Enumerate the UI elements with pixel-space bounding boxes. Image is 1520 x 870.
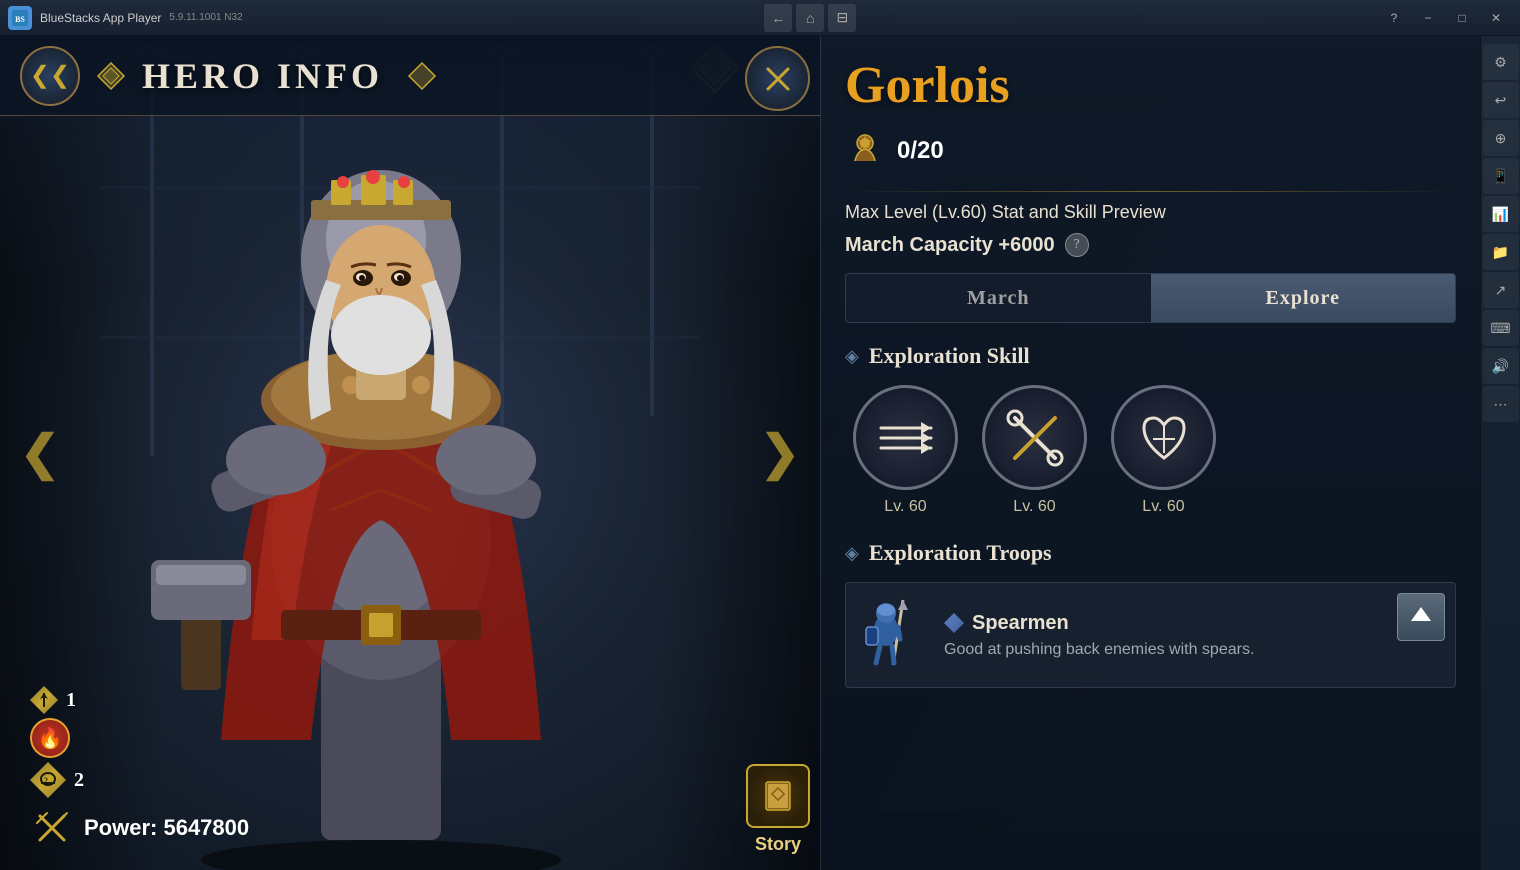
spear-diamond (30, 686, 58, 714)
hero-badges: 1 🔥 2 2 (30, 686, 249, 850)
section-diamond-icon: ◈ (845, 346, 859, 367)
titlebar: BS BlueStacks App Player 5.9.11.1001 N32… (0, 0, 1520, 36)
badge-1-num: 1 (66, 689, 76, 712)
sidebar-btn-9[interactable]: 🔊 (1483, 348, 1519, 384)
header-decoration-left (96, 61, 126, 91)
nav-home-button[interactable]: ⌂ (796, 4, 824, 32)
march-tab[interactable]: March (846, 274, 1151, 322)
flame-circle: 🔥 (30, 718, 70, 758)
close-icon (762, 63, 794, 95)
sidebar-btn-1[interactable]: ⚙ (1483, 44, 1519, 80)
page-header: ❮❮ HERO INFO (0, 36, 820, 116)
next-hero-button[interactable]: ❯ (755, 413, 805, 493)
march-capacity-text: March Capacity +6000 (845, 234, 1055, 257)
badge-flame: 🔥 (30, 718, 249, 758)
upgrade-arrow-icon (1407, 603, 1435, 631)
minimize-button[interactable]: − (1412, 4, 1444, 32)
exploration-troops-section: ◈ Exploration Troops (845, 540, 1456, 688)
svg-text:BS: BS (15, 15, 25, 24)
max-level-preview-text: Max Level (Lv.60) Stat and Skill Preview (845, 202, 1456, 223)
skill-item-1: Lv. 60 (853, 385, 958, 516)
story-label: Story (755, 834, 801, 855)
troop-name: Spearmen (972, 612, 1069, 635)
star-icon (845, 131, 885, 171)
exploration-skill-section-header: ◈ Exploration Skill (845, 343, 1456, 369)
hero-name: Gorlois (845, 56, 1456, 115)
game-area: ❮❮ HERO INFO (0, 36, 1480, 870)
exploration-skill-label: Exploration Skill (869, 343, 1030, 369)
badge-2-num: 2 (74, 769, 84, 792)
info-panel: Gorlois 0/20 Max Level (Lv.60) Stat and … (820, 36, 1480, 870)
skill-1-level: Lv. 60 (884, 498, 926, 516)
hero-info-close-button[interactable] (745, 46, 810, 111)
maximize-button[interactable]: □ (1446, 4, 1478, 32)
flame-icon: 🔥 (38, 726, 63, 751)
troop-name-row: Spearmen (944, 612, 1443, 635)
window-controls: ? − □ ✕ (1378, 4, 1512, 32)
sidebar-btn-2[interactable]: ↩ (1483, 82, 1519, 118)
skill-2-level: Lv. 60 (1013, 498, 1055, 516)
march-capacity-row: March Capacity +6000 ? (845, 233, 1456, 257)
troop-diamond-icon (944, 613, 964, 633)
back-button[interactable]: ❮❮ (20, 46, 80, 106)
exploration-troops-label: Exploration Troops (869, 540, 1052, 566)
skill-circle-2[interactable] (982, 385, 1087, 490)
help-icon[interactable]: ? (1065, 233, 1089, 257)
skill-item-3: Lv. 60 (1111, 385, 1216, 516)
troop-description: Good at pushing back enemies with spears… (944, 641, 1443, 659)
app-name: BlueStacks App Player (40, 11, 161, 25)
skills-row: Lv. 60 Lv. 60 (845, 385, 1456, 516)
skill-circle-3[interactable] (1111, 385, 1216, 490)
exploration-troops-section-header: ◈ Exploration Troops (845, 540, 1456, 566)
skill-item-2: Lv. 60 (982, 385, 1087, 516)
sidebar-btn-4[interactable]: 📱 (1483, 158, 1519, 194)
window-close-button[interactable]: ✕ (1480, 4, 1512, 32)
swords-icon (30, 806, 74, 850)
header-decoration-right (407, 61, 437, 91)
badge-spear: 1 (30, 686, 249, 714)
divider-1 (845, 191, 1456, 192)
nav-back-button[interactable]: ← (764, 4, 792, 32)
sidebar-btn-7[interactable]: ↗ (1483, 272, 1519, 308)
skill-circle-1[interactable] (853, 385, 958, 490)
explore-tab[interactable]: Explore (1151, 274, 1456, 322)
story-button[interactable]: Story (746, 764, 810, 855)
power-display: Power: 5647800 (30, 806, 249, 850)
help-button[interactable]: ? (1378, 4, 1410, 32)
troops-diamond-icon: ◈ (845, 543, 859, 564)
troop-card: Spearmen Good at pushing back enemies wi… (845, 582, 1456, 688)
sidebar-btn-5[interactable]: 📊 (1483, 196, 1519, 232)
power-value-text: Power: 5647800 (84, 815, 249, 841)
sidebar-btn-6[interactable]: 📁 (1483, 234, 1519, 270)
right-sidebar: ⚙ ↩ ⊕ 📱 📊 📁 ↗ ⌨ 🔊 ⋯ (1480, 36, 1520, 870)
badge-helmet: 2 2 (30, 762, 249, 798)
troop-figure (858, 595, 928, 675)
tab-row: March Explore (845, 273, 1456, 323)
sidebar-btn-8[interactable]: ⌨ (1483, 310, 1519, 346)
skill-3-level: Lv. 60 (1142, 498, 1184, 516)
stars-row: 0/20 (845, 131, 1456, 171)
nav-bookmark-button[interactable]: ⊟ (828, 4, 856, 32)
troop-upgrade-button[interactable] (1397, 593, 1445, 641)
sidebar-btn-3[interactable]: ⊕ (1483, 120, 1519, 156)
page-title: HERO INFO (142, 55, 383, 97)
sidebar-btn-10[interactable]: ⋯ (1483, 386, 1519, 422)
svg-text:2: 2 (44, 776, 48, 785)
app-logo: BS (8, 6, 32, 30)
stars-count: 0/20 (897, 137, 944, 165)
helmet-diamond: 2 (30, 762, 66, 798)
app-version: 5.9.11.1001 N32 (169, 12, 242, 23)
troop-info: Spearmen Good at pushing back enemies wi… (944, 612, 1443, 659)
story-icon (746, 764, 810, 828)
hero-portrait-area: ❮❮ HERO INFO (0, 36, 820, 870)
titlebar-nav: ← ⌂ ⊟ (764, 4, 856, 32)
prev-hero-button[interactable]: ❮ (15, 413, 65, 493)
titlebar-left: BS BlueStacks App Player 5.9.11.1001 N32 (8, 6, 243, 30)
